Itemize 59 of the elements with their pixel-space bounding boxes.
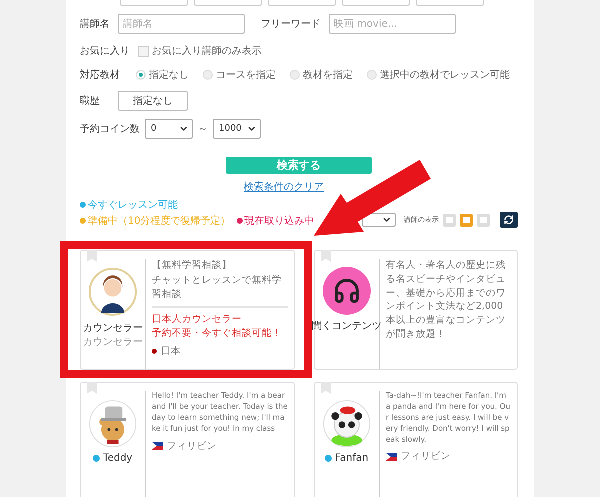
field-label: フリーワード [261,18,321,31]
field-label: 講師名 [80,18,110,31]
refresh-icon [504,215,514,225]
range-separator: ～ [198,123,208,136]
card-note: 予約不要・今すぐ相談可能！ [152,327,283,340]
headphones-avatar [323,267,371,315]
country-name: 日本 [161,345,181,358]
teacher-card[interactable]: カウンセラー カウンセラー 【無料学習相談】 チャットとレッスンで無料学習相談 日本人カウンセラー 予約不要・今すぐ相談可能！ 日本 [80,250,295,370]
max-coin-select[interactable]: 1000 [213,119,261,139]
card-description: 有名人・著名人の歴史に残る名スピーチやインタビュー、基礎から応用までのワンポイント文法など2,000本以上の豊富なコンテンツが聞き放題！ [386,259,507,342]
panda-avatar-drawing [322,399,372,449]
legend-label: 今すぐレッスン可能 [88,198,178,212]
chevron-down-icon [179,124,189,134]
teacher-name: Teddy [103,453,133,464]
chevron-down-icon [382,215,392,225]
card-description: 【無料学習相談】 [152,259,233,273]
country-name: フィリピン [167,440,217,452]
japan-flag-icon [152,349,157,354]
philippines-flag-icon [152,442,163,450]
teacher-name: 聞くコンテンツ [312,320,382,333]
field-label: 対応教材 [80,68,121,82]
view-toggle[interactable] [443,214,456,226]
clear-conditions-link[interactable]: 検索条件のクリア [244,180,324,194]
chevron-down-icon [247,124,257,134]
radio-label: 選択中の教材でレッスン可能 [380,68,510,82]
favorite-checkbox[interactable] [138,46,149,56]
min-coin-select[interactable]: 0 [145,119,193,139]
philippines-flag-icon [386,452,397,461]
bookmark-icon[interactable] [87,382,97,394]
teacher-name: Fanfan [335,453,369,464]
field-label: 予約コイン数 [80,123,140,136]
bear-avatar-drawing [88,399,138,449]
field-label: 職歴 [80,94,101,108]
field-label: お気に入り [80,44,130,58]
bookmark-icon[interactable] [321,250,331,262]
checkbox-label: お気に入り講師のみ表示 [152,44,262,58]
radio-button[interactable] [367,70,377,80]
radio-button[interactable] [203,70,213,80]
radio-label: 指定なし [149,68,189,82]
career-select-button[interactable]: 指定なし [118,91,188,111]
free-word-field[interactable]: 映画 movie... [329,14,456,34]
radio-label: コースを指定 [216,68,276,82]
bookmark-icon[interactable] [87,250,97,262]
legend-label: 準備中（10分程度で復帰予定） [88,214,231,228]
radio-button[interactable] [290,70,300,80]
radio-label: 教材を指定 [303,68,353,82]
view-toggle[interactable] [460,214,473,226]
teacher-name: カウンセラー [83,322,143,335]
radio-button[interactable] [136,70,146,80]
view-toggle[interactable] [477,214,490,226]
bookmark-icon[interactable] [321,382,331,394]
teacher-name-field[interactable]: 講師名 [118,14,245,34]
card-description: チャットとレッスンで無料学習相談 [152,274,283,302]
refresh-button[interactable] [500,212,518,228]
country-name: フィリピン [401,450,451,464]
counselor-avatar-drawing [88,267,138,317]
legend-label: 現在取り込み中 [244,214,315,228]
card-note: 日本人カウンセラー [152,313,243,326]
teacher-subtitle: カウンセラー [83,336,143,349]
